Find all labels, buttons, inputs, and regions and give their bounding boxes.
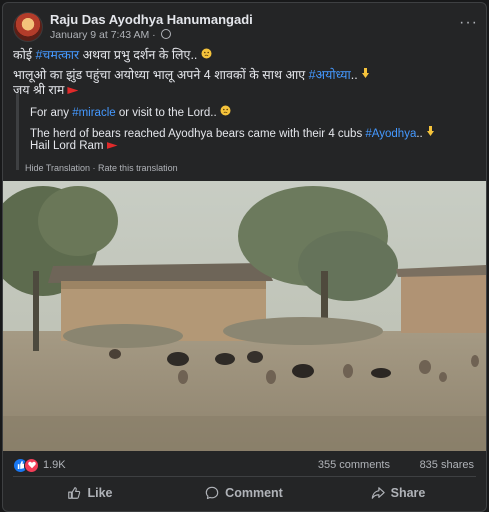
translation-block: For any #miracle or visit to the Lord.. … [16, 93, 479, 170]
share-icon [371, 487, 385, 499]
globe-icon [160, 29, 171, 39]
translation-text-2a: The herd of bears reached Ayodhya bears … [30, 128, 366, 140]
translation-text-3: Hail Lord Ram [30, 140, 104, 152]
pointing-down-emoji [426, 126, 434, 136]
reactions-count: 1.9K [43, 459, 66, 471]
thumbs-up-icon [68, 487, 81, 499]
rate-translation-link[interactable]: Rate this translation [98, 163, 178, 173]
post-text-2a: भालूओ का झुंड पहुंचा अयोध्या भालू अपने 4… [13, 68, 309, 82]
translation-text-1b: or visit to the Lord.. [115, 107, 217, 119]
post-text-1b: अथवा प्रभु दर्शन के लिए.. [79, 48, 198, 62]
comment-label: Comment [225, 486, 283, 500]
post-text-2b: .. [350, 68, 358, 82]
comments-count[interactable]: 355 comments [318, 459, 390, 471]
divider [13, 476, 476, 477]
hashtag-ayodhya[interactable]: #Ayodhya [365, 128, 416, 140]
translation-line-3: Hail Lord Ram [30, 140, 118, 152]
share-button[interactable]: Share [323, 479, 473, 507]
thinking-emoji [220, 105, 231, 116]
post-meta: January 9 at 7:43 AM · [50, 29, 171, 41]
comment-icon [205, 486, 219, 500]
post-stats: 1.9K 355 comments 835 shares [13, 457, 476, 473]
like-label: Like [87, 486, 113, 500]
thinking-emoji [201, 48, 212, 59]
hashtag-ayodhya-hindi[interactable]: #अयोध्या [309, 68, 351, 82]
hashtag-miracle[interactable]: #miracle [72, 107, 115, 119]
shares-count[interactable]: 835 shares [420, 459, 474, 471]
post-card: Raju Das Ayodhya Hanumangadi January 9 a… [2, 2, 487, 512]
post-text-line-1: कोई #चमत्कार अथवा प्रभु दर्शन के लिए.. [13, 46, 212, 63]
link-separator: · [90, 163, 99, 173]
translation-text-1a: For any [30, 107, 73, 119]
post-header: Raju Das Ayodhya Hanumangadi January 9 a… [13, 12, 478, 42]
translation-text-2b: .. [416, 128, 423, 140]
translation-line-2: The herd of bears reached Ayodhya bears … [30, 126, 436, 140]
more-options-icon[interactable]: ··· [459, 14, 478, 32]
share-label: Share [390, 486, 426, 500]
action-bar: Like Comment Share [3, 479, 486, 507]
hide-translation-link[interactable]: Hide Translation [25, 163, 90, 173]
author-name[interactable]: Raju Das Ayodhya Hanumangadi [50, 12, 253, 27]
post-text-1a: कोई [13, 48, 36, 62]
post-date[interactable]: January 9 at 7:43 AM [50, 29, 149, 41]
meta-separator: · [149, 29, 159, 41]
translation-line-1: For any #miracle or visit to the Lord.. [30, 105, 231, 119]
post-video[interactable] [3, 181, 486, 451]
video-frame-image [3, 181, 486, 451]
translation-links: Hide Translation · Rate this translation [25, 163, 178, 173]
flag-icon [106, 142, 118, 149]
hashtag-chamatkar[interactable]: #चमत्कार [35, 48, 79, 62]
love-reaction-icon [24, 458, 39, 473]
comment-button[interactable]: Comment [169, 479, 319, 507]
pointing-down-emoji [362, 68, 370, 78]
like-button[interactable]: Like [15, 479, 165, 507]
author-avatar[interactable] [13, 12, 43, 42]
